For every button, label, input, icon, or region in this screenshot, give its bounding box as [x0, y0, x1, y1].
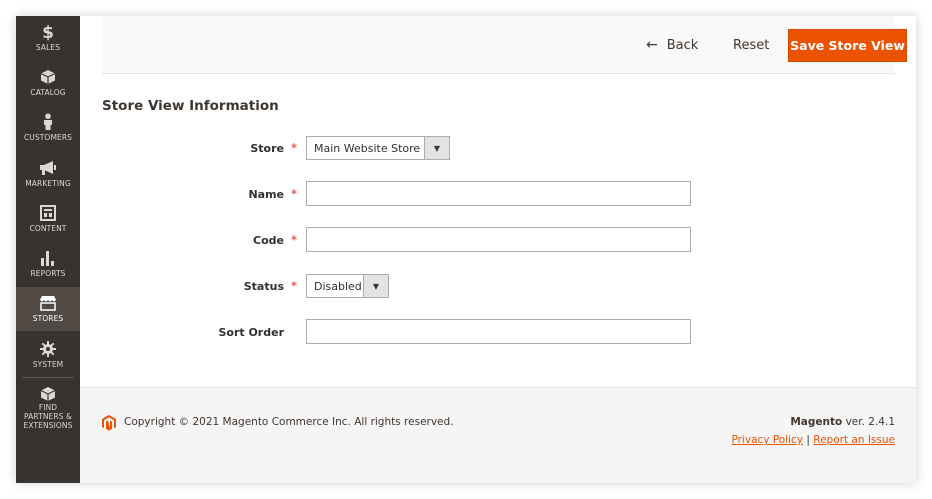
store-select-value: Main Website Store	[314, 141, 421, 155]
sidebar-item-label: MARKETING	[25, 179, 71, 188]
layout-icon	[37, 203, 59, 223]
bar-chart-icon	[37, 248, 59, 268]
admin-sidebar: $ SALES CATALOG CUSTOMERS MARKETING CONT…	[16, 16, 80, 483]
chevron-down-icon: ▼	[363, 275, 388, 297]
name-label: Name	[248, 188, 284, 201]
required-marker: *	[291, 141, 297, 155]
chevron-down-icon: ▼	[424, 137, 449, 159]
sidebar-item-stores[interactable]: STORES	[16, 287, 80, 331]
link-separator: |	[806, 434, 810, 446]
sidebar-divider	[22, 377, 74, 378]
brand-name: Magento	[790, 416, 843, 428]
sidebar-item-reports[interactable]: REPORTS	[16, 242, 80, 286]
sidebar-item-label: CONTENT	[29, 224, 67, 233]
store-label: Store	[250, 142, 284, 155]
sidebar-item-label: STORES	[32, 314, 64, 323]
name-field[interactable]	[306, 181, 691, 206]
page-actions-bar: ← Back Reset Save Store View	[102, 16, 907, 74]
back-button[interactable]: ← Back	[646, 35, 698, 55]
dollar-icon: $	[37, 22, 59, 42]
storefront-icon	[37, 293, 59, 313]
admin-window: $ SALES CATALOG CUSTOMERS MARKETING CONT…	[16, 16, 916, 483]
back-button-label: Back	[666, 37, 699, 53]
version-number: ver. 2.4.1	[845, 416, 895, 428]
report-issue-link[interactable]: Report an Issue	[813, 434, 895, 446]
reset-button[interactable]: Reset	[733, 35, 769, 55]
copyright-text: Copyright © 2021 Magento Commerce Inc. A…	[124, 416, 454, 428]
required-marker: *	[291, 233, 297, 247]
status-label: Status	[243, 280, 284, 293]
magento-logo-icon	[102, 415, 118, 431]
cube-icon	[37, 67, 59, 87]
box-icon	[37, 386, 59, 402]
sidebar-item-customers[interactable]: CUSTOMERS	[16, 106, 80, 150]
section-title: Store View Information	[102, 98, 279, 114]
save-store-view-button[interactable]: Save Store View	[788, 29, 907, 62]
page-footer: Copyright © 2021 Magento Commerce Inc. A…	[80, 387, 916, 483]
sidebar-item-label: FIND PARTNERS & EXTENSIONS	[23, 403, 73, 430]
sort-order-label: Sort Order	[218, 326, 284, 339]
gear-icon	[37, 339, 59, 359]
sidebar-item-label: SALES	[35, 43, 61, 52]
arrow-left-icon: ←	[646, 37, 658, 53]
sidebar-item-label: CATALOG	[30, 88, 66, 97]
status-select-value: Disabled	[314, 279, 362, 293]
sidebar-item-sales[interactable]: $ SALES	[16, 16, 80, 60]
sidebar-item-label: CUSTOMERS	[23, 133, 73, 142]
sidebar-item-partners[interactable]: FIND PARTNERS & EXTENSIONS	[16, 380, 80, 430]
megaphone-icon	[37, 158, 59, 178]
code-field[interactable]	[306, 227, 691, 252]
required-marker: *	[291, 279, 297, 293]
person-icon	[37, 112, 59, 132]
store-select[interactable]: Main Website Store ▼	[306, 136, 450, 160]
sidebar-item-label: REPORTS	[30, 269, 66, 278]
status-select[interactable]: Disabled ▼	[306, 274, 389, 298]
required-marker: *	[291, 187, 297, 201]
sidebar-item-label: SYSTEM	[32, 360, 64, 369]
version-info: Magento ver. 2.4.1	[790, 416, 895, 428]
main-content: ← Back Reset Save Store View Store View …	[80, 16, 916, 483]
code-label: Code	[253, 234, 284, 247]
footer-links: Privacy Policy | Report an Issue	[731, 434, 895, 446]
sidebar-item-system[interactable]: SYSTEM	[16, 333, 80, 377]
sidebar-item-catalog[interactable]: CATALOG	[16, 61, 80, 105]
sort-order-field[interactable]	[306, 319, 691, 344]
sidebar-item-marketing[interactable]: MARKETING	[16, 152, 80, 196]
svg-text:$: $	[42, 23, 54, 41]
sidebar-item-content[interactable]: CONTENT	[16, 197, 80, 241]
privacy-policy-link[interactable]: Privacy Policy	[731, 434, 803, 446]
